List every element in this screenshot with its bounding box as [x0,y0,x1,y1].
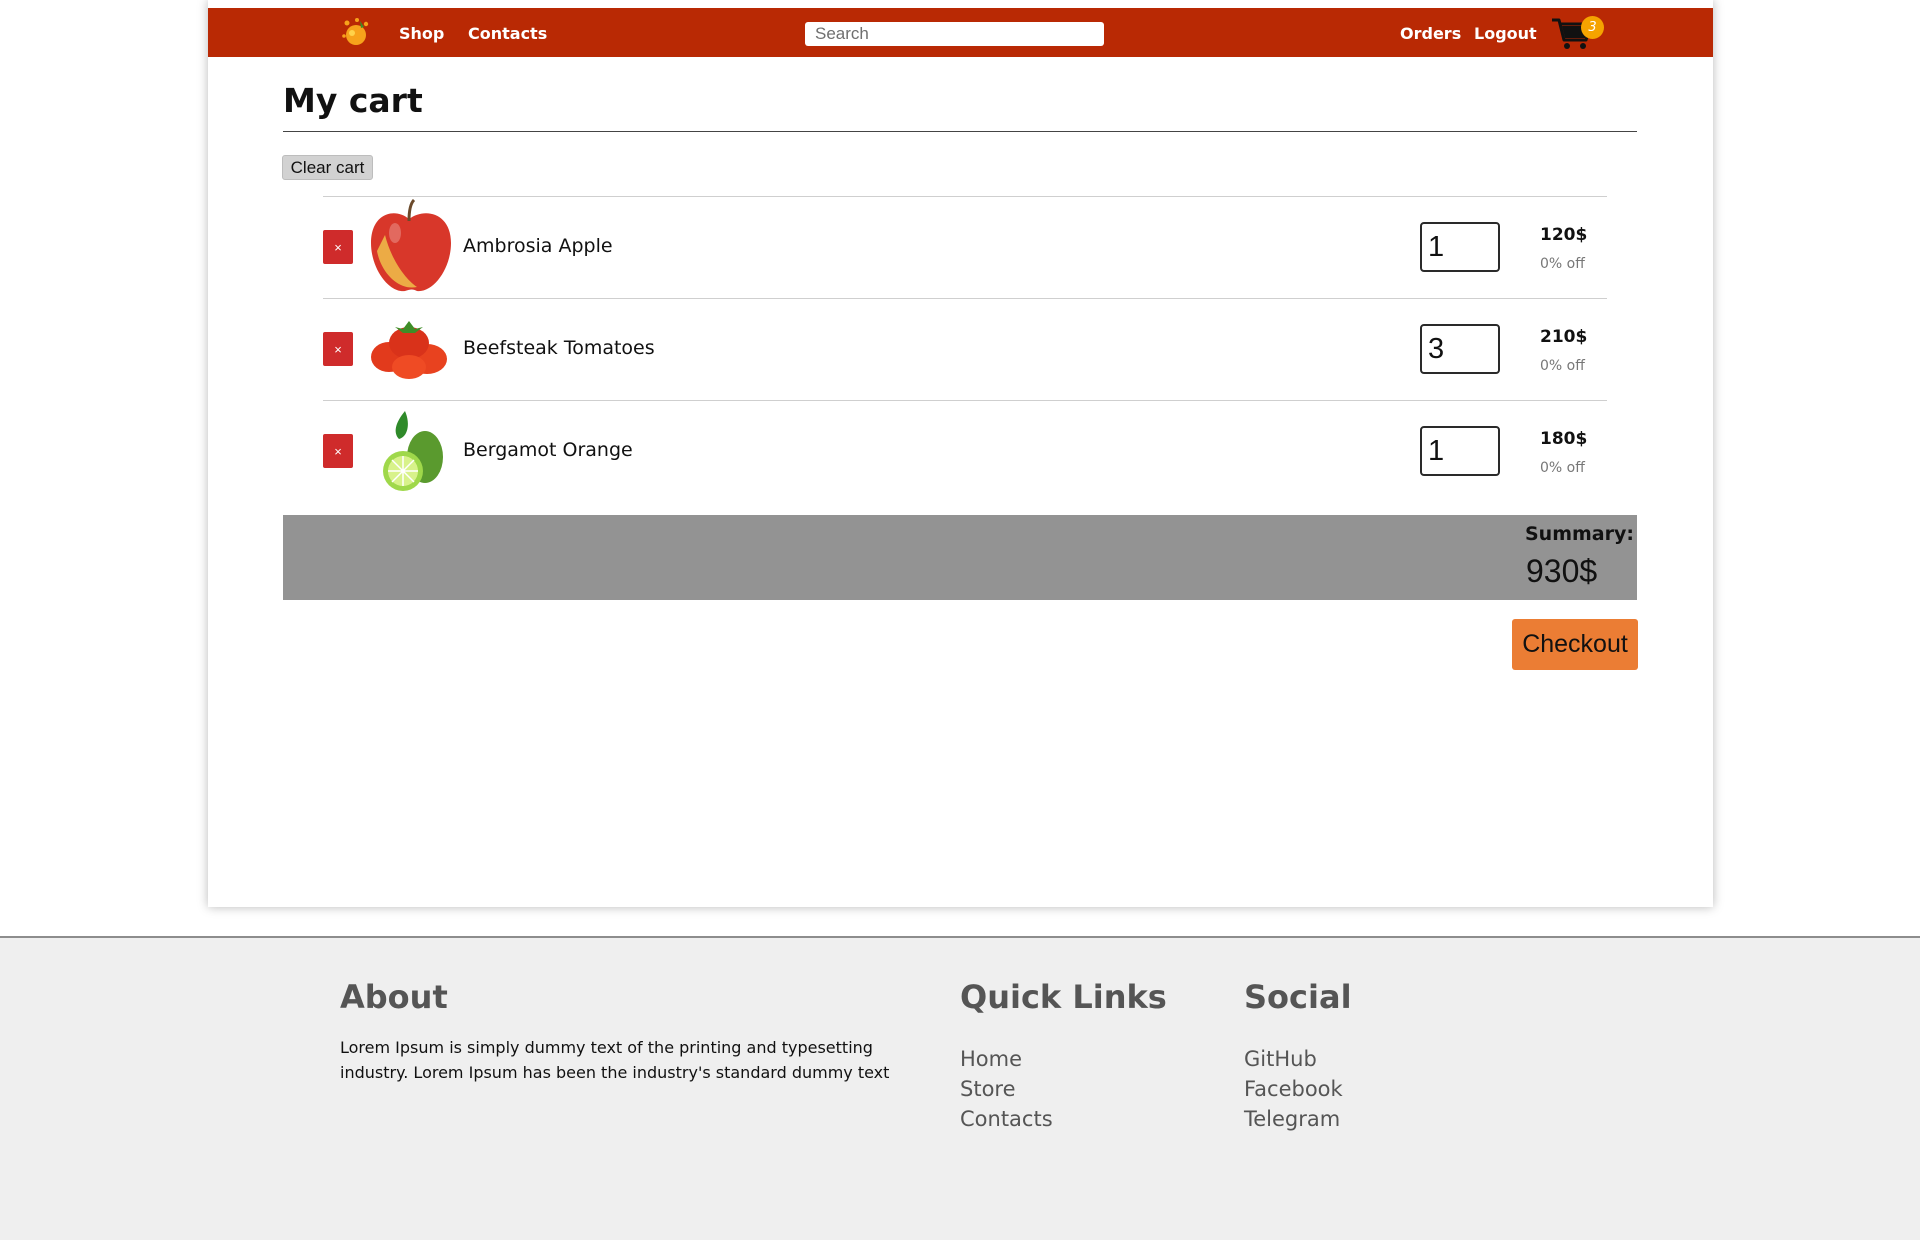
item-price: 180$ [1540,429,1588,449]
title-divider [283,131,1637,132]
nav-link-contacts[interactable]: Contacts [468,24,547,43]
footer-link-contacts[interactable]: Contacts [960,1104,1053,1134]
cart-list: × Ambrosia Apple 120$ 0% off × Beefsteak… [323,196,1607,502]
clear-cart-button[interactable]: Clear cart [282,155,373,180]
cart-item-row: × Beefsteak Tomatoes 210$ 0% off [323,298,1607,400]
footer-quick-links: Home Store Contacts [960,1044,1053,1134]
quantity-input[interactable] [1420,426,1500,476]
product-name: Bergamot Orange [463,439,633,461]
nav-link-logout[interactable]: Logout [1474,24,1537,43]
page-title: My cart [283,81,423,120]
summary-total: 930$ [1526,553,1598,589]
footer-link-github[interactable]: GitHub [1244,1044,1343,1074]
item-discount: 0% off [1540,358,1585,374]
quantity-input[interactable] [1420,222,1500,272]
site-footer: About Lorem Ipsum is simply dummy text o… [0,936,1920,1240]
cart-summary: Summary: 930$ [283,515,1637,600]
item-price: 120$ [1540,225,1588,245]
nav-link-shop[interactable]: Shop [399,24,444,43]
cart-item-row: × Bergamot Orange 180$ 0% off [323,400,1607,502]
quantity-input[interactable] [1420,324,1500,374]
footer-social-heading: Social [1244,978,1352,1016]
apple-product-image [371,199,451,292]
nav-link-orders[interactable]: Orders [1400,24,1461,43]
page-container: Shop Contacts Orders Logout 3 My cart Cl… [208,0,1713,907]
footer-about-text: Lorem Ipsum is simply dummy text of the … [340,1038,890,1082]
footer-about-heading: About [340,978,448,1016]
footer-social-links: GitHub Facebook Telegram [1244,1044,1343,1134]
bergamot-product-image [383,411,443,491]
cart-count-badge: 3 [1581,16,1604,39]
checkout-button[interactable]: Checkout [1512,619,1638,670]
top-navbar: Shop Contacts Orders Logout 3 [208,8,1713,57]
item-discount: 0% off [1540,256,1585,272]
item-price: 210$ [1540,327,1588,347]
cart-item-row: × Ambrosia Apple 120$ 0% off [323,196,1607,298]
footer-link-facebook[interactable]: Facebook [1244,1074,1343,1104]
footer-link-home[interactable]: Home [960,1044,1053,1074]
orange-splash-logo-icon[interactable] [340,16,372,48]
remove-item-button[interactable]: × [323,332,353,366]
remove-item-button[interactable]: × [323,434,353,468]
search-input[interactable] [805,22,1104,46]
item-discount: 0% off [1540,460,1585,476]
product-name: Beefsteak Tomatoes [463,337,655,359]
remove-item-button[interactable]: × [323,230,353,264]
tomatoes-product-image [371,321,447,379]
footer-link-store[interactable]: Store [960,1074,1053,1104]
product-name: Ambrosia Apple [463,235,613,257]
footer-link-telegram[interactable]: Telegram [1244,1104,1343,1134]
summary-label: Summary: [1525,523,1634,545]
footer-quick-links-heading: Quick Links [960,978,1167,1016]
